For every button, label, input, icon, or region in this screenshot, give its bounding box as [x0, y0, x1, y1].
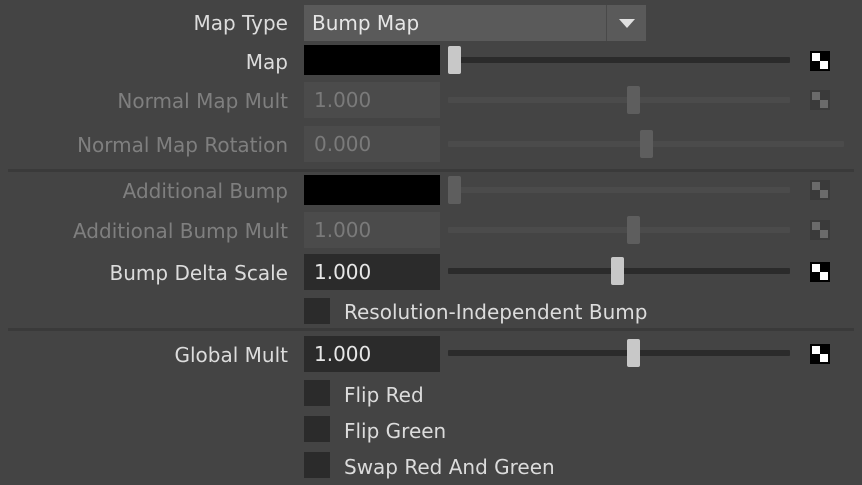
- global-mult-slider-track[interactable]: [448, 350, 790, 356]
- checker-icon[interactable]: [810, 180, 830, 200]
- checker-icon[interactable]: [810, 344, 830, 364]
- resolution-independent-bump-checkbox[interactable]: [304, 298, 330, 324]
- checker-icon[interactable]: [810, 220, 830, 240]
- map-label: Map: [245, 50, 288, 74]
- normal-map-mult-slider-handle[interactable]: [627, 86, 640, 114]
- additional-bump-slider-track[interactable]: [448, 187, 790, 193]
- normal-map-mult-label: Normal Map Mult: [117, 89, 288, 113]
- additional-bump-mult-slider-handle[interactable]: [627, 216, 640, 244]
- checker-icon[interactable]: [810, 90, 830, 110]
- chevron-down-icon[interactable]: [608, 5, 646, 41]
- map-slider-track[interactable]: [448, 57, 790, 63]
- normal-map-rotation-slider-handle[interactable]: [640, 130, 653, 158]
- resolution-independent-bump-label: Resolution-Independent Bump: [344, 300, 648, 324]
- additional-bump-mult-field[interactable]: 1.000: [304, 212, 440, 248]
- swap-red-green-label: Swap Red And Green: [344, 455, 555, 479]
- flip-red-label: Flip Red: [344, 383, 424, 407]
- flip-green-label: Flip Green: [344, 419, 447, 443]
- global-mult-field[interactable]: 1.000: [304, 336, 440, 372]
- flip-red-checkbox[interactable]: [304, 380, 330, 406]
- dropdown-separator: [606, 5, 607, 41]
- map-slider-handle[interactable]: [448, 46, 461, 74]
- additional-bump-mult-label: Additional Bump Mult: [72, 219, 288, 243]
- map-type-value: Bump Map: [312, 11, 420, 35]
- flip-green-checkbox[interactable]: [304, 416, 330, 442]
- section-divider: [8, 328, 854, 331]
- swap-red-green-checkbox[interactable]: [304, 452, 330, 478]
- section-divider: [8, 169, 854, 172]
- normal-map-rotation-field[interactable]: 0.000: [304, 126, 440, 162]
- normal-map-mult-slider-track[interactable]: [448, 97, 790, 103]
- additional-bump-slider-handle[interactable]: [448, 176, 461, 204]
- bump-delta-scale-label: Bump Delta Scale: [109, 261, 288, 285]
- map-color-swatch[interactable]: [304, 45, 440, 75]
- map-type-label: Map Type: [193, 11, 288, 35]
- global-mult-slider-handle[interactable]: [627, 339, 640, 367]
- checker-icon[interactable]: [810, 262, 830, 282]
- bump-delta-scale-slider-handle[interactable]: [611, 257, 624, 285]
- global-mult-label: Global Mult: [174, 343, 289, 367]
- additional-bump-mult-slider-track[interactable]: [448, 227, 790, 233]
- additional-bump-color-swatch[interactable]: [304, 175, 440, 205]
- checker-icon[interactable]: [810, 51, 830, 71]
- normal-map-rotation-label: Normal Map Rotation: [77, 133, 288, 157]
- map-type-dropdown[interactable]: Bump Map: [304, 5, 646, 41]
- bump-delta-scale-field[interactable]: 1.000: [304, 254, 440, 290]
- additional-bump-label: Additional Bump: [122, 179, 288, 203]
- normal-map-mult-field[interactable]: 1.000: [304, 82, 440, 118]
